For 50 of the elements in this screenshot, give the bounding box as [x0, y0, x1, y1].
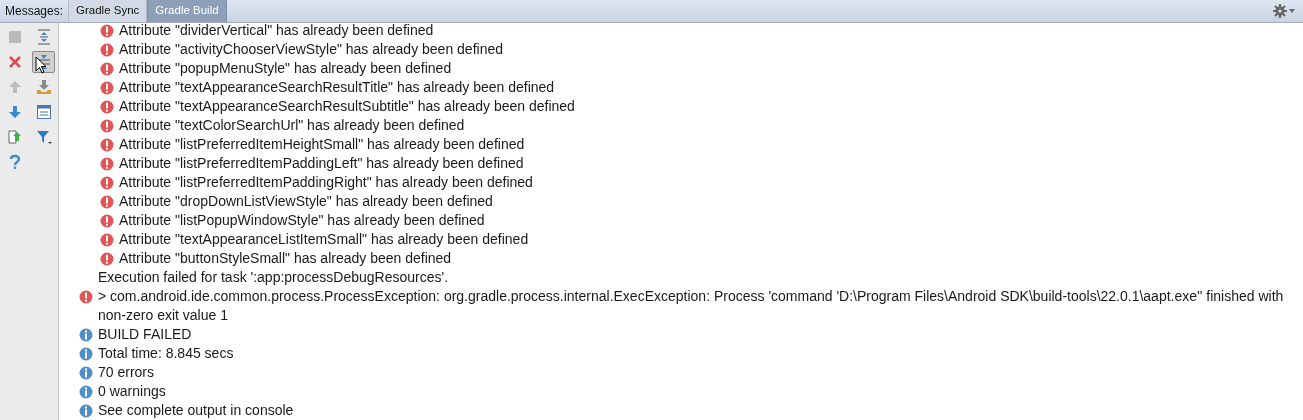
- info-icon: [79, 365, 93, 380]
- error-icon: [100, 175, 114, 190]
- message-text: Attribute "textAppearanceSearchResultSubtitle" has already been defined: [119, 97, 575, 116]
- error-icon: [100, 61, 114, 76]
- message-text: Attribute "buttonStyleSmall" has already been defined: [119, 249, 452, 268]
- info-icon: [79, 384, 93, 399]
- message-text: Attribute "listPopupWindowStyle" has already been defined: [119, 211, 485, 230]
- message-text: Attribute "activityChooserViewStyle" has already been defined: [119, 40, 503, 59]
- error-icon: [79, 289, 93, 304]
- error-icon: [100, 251, 114, 266]
- error-icon: [100, 118, 114, 133]
- error-icon: [100, 156, 114, 171]
- expand-all-icon: [35, 29, 52, 45]
- error-icon: [100, 137, 114, 152]
- message-text: > com.android.ide.common.process.ProcessException: org.gradle.process.internal.ExecException: Process 'command 'D:\Program Files\Android SDK\build-tools\22.0.1\aapt.exe'' finished with non-zero exit value 1: [98, 287, 1285, 325]
- settings-icon: [1273, 4, 1287, 18]
- message-text: Attribute "textAppearanceSearchResultTitle" has already been defined: [119, 78, 555, 97]
- stop-icon: [6, 29, 23, 45]
- error-icon: [100, 99, 114, 114]
- tab[interactable]: Gradle Sync: [68, 0, 148, 22]
- message-text: 0 warnings: [98, 382, 166, 401]
- error-icon: [100, 80, 114, 95]
- message-text: Attribute "dropDownListViewStyle" has already been defined: [119, 192, 493, 211]
- cursor-icon: [35, 56, 47, 74]
- error-icon: [100, 194, 114, 209]
- panel-icon: [35, 104, 52, 120]
- message-text: 70 errors: [98, 363, 155, 382]
- message-text: Attribute "popupMenuStyle" has already been defined: [119, 59, 452, 78]
- error-icon: [100, 23, 114, 38]
- export-icon: [6, 129, 23, 145]
- info-icon: [79, 346, 93, 361]
- message-text: See complete output in console: [98, 401, 294, 420]
- info-icon: [79, 327, 93, 342]
- messages-label: Messages:: [4, 3, 65, 20]
- message-text: Attribute "dividerVertical" has already been defined: [119, 21, 434, 40]
- message-text: Attribute "listPreferredItemPaddingLeft" has already been defined: [119, 154, 524, 173]
- message-text: Total time: 8.845 secs: [98, 344, 234, 363]
- message-text: Attribute "textAppearanceListItemSmall" has already been defined: [119, 230, 529, 249]
- filter-icon: [35, 129, 52, 145]
- message-text: BUILD FAILED: [98, 325, 192, 344]
- message-text: Attribute "listPreferredItemPaddingRight" has already been defined: [119, 173, 533, 192]
- message-text: Attribute "listPreferredItemHeightSmall" has already been defined: [119, 135, 525, 154]
- error-icon: [100, 42, 114, 57]
- close-icon: [6, 54, 23, 70]
- error-icon: [100, 232, 114, 247]
- tray-download-icon: [35, 79, 52, 95]
- message-text: Execution failed for task ':app:processDebugResources'.: [98, 268, 449, 287]
- caret-icon: [1289, 9, 1295, 13]
- message-text: Attribute "textColorSearchUrl" has already been defined: [119, 116, 465, 135]
- error-icon: [100, 213, 114, 228]
